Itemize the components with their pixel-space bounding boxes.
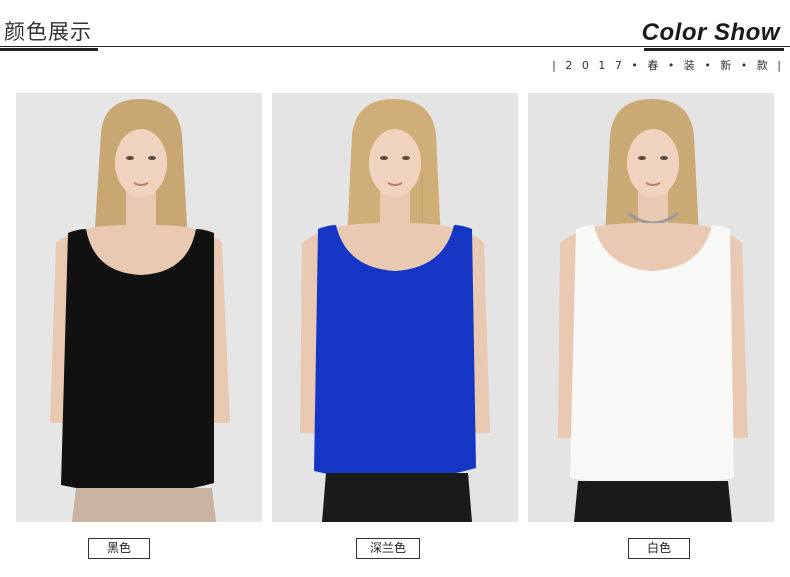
- header-divider-accent-left: [0, 48, 98, 51]
- color-label-royal-blue[interactable]: 深兰色: [356, 538, 420, 559]
- color-label-black[interactable]: 黑色: [88, 538, 150, 559]
- product-photo-white[interactable]: [528, 93, 774, 522]
- product-photo-black[interactable]: [16, 93, 262, 522]
- header-divider-accent-right: [644, 48, 784, 51]
- section-header: 颜色展示 Color Show | 2 0 1 7 • 春 • 装 • 新 • …: [0, 0, 790, 80]
- model-illustration: [272, 93, 518, 522]
- color-label-white[interactable]: 白色: [628, 538, 690, 559]
- header-divider: [0, 46, 790, 47]
- section-title-english: Color Show: [641, 19, 780, 46]
- model-illustration: [528, 93, 774, 522]
- product-photo-royal-blue[interactable]: [272, 93, 518, 522]
- season-subtitle: | 2 0 1 7 • 春 • 装 • 新 • 款 |: [552, 59, 784, 72]
- model-illustration: [16, 93, 262, 522]
- section-title-chinese: 颜色展示: [4, 20, 92, 44]
